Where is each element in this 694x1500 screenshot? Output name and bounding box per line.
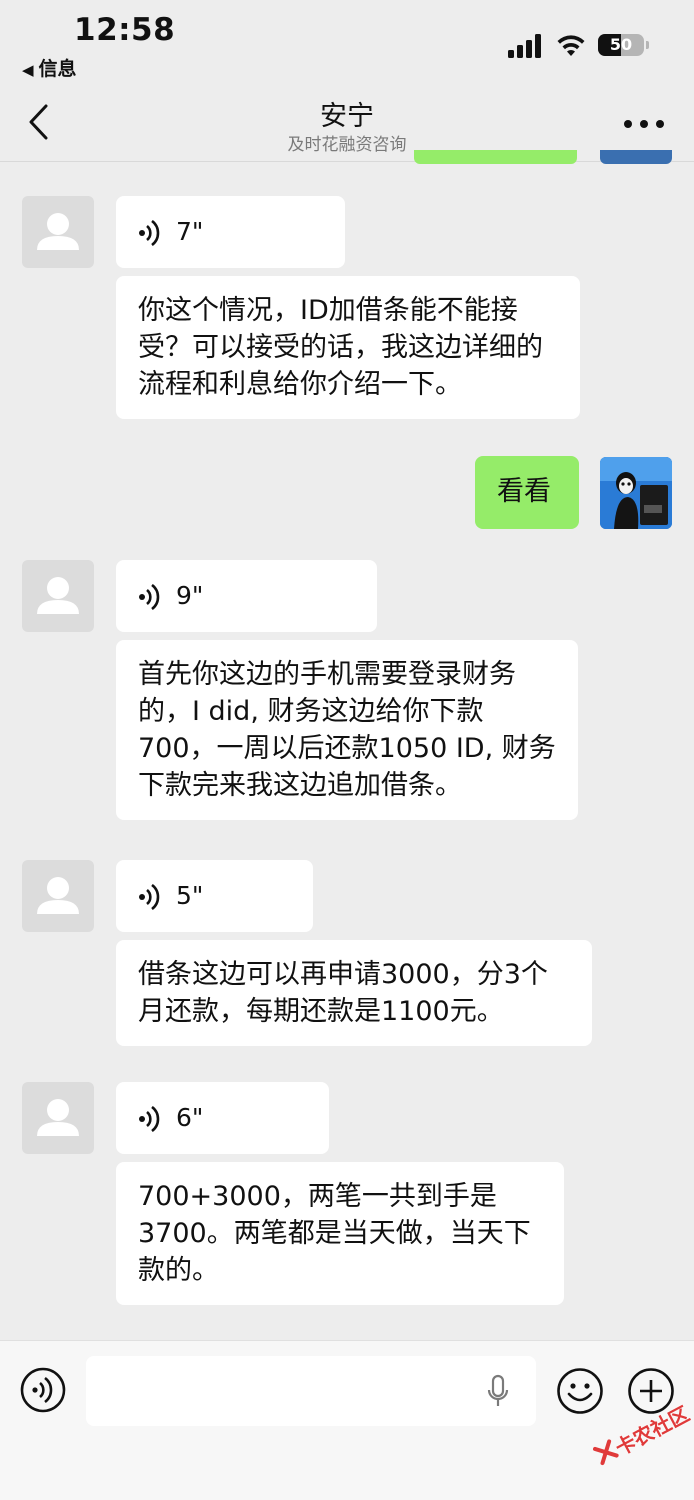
clock: 12:58 [74, 12, 176, 48]
message-input[interactable] [86, 1356, 536, 1426]
previous-message-bubble [414, 150, 577, 164]
voice-message[interactable]: 6" [116, 1082, 329, 1154]
voice-wave-icon [139, 220, 160, 246]
status-bar: 12:58 ◀ 信息 50 [0, 0, 694, 88]
cellular-signal-icon [508, 34, 544, 58]
chat-subtitle: 及时花融资咨询 [287, 135, 407, 155]
user-avatar-image [600, 457, 672, 529]
battery-cap [646, 41, 649, 49]
previous-avatar [600, 150, 672, 164]
my-message-bubble[interactable]: 看看 [475, 456, 579, 529]
wifi-icon [557, 35, 585, 56]
default-avatar-icon [37, 213, 79, 250]
voice-input-toggle-icon[interactable] [20, 1367, 66, 1413]
message-bubble[interactable]: 700+3000，两笔一共到手是3700。两笔都是当天做，当天下款的。 [116, 1162, 564, 1305]
back-triangle-icon: ◀ [22, 61, 34, 79]
contact-avatar[interactable] [22, 860, 94, 932]
default-avatar-icon [37, 1099, 79, 1136]
battery-level: 50 [609, 35, 633, 54]
emoji-icon[interactable] [556, 1367, 604, 1415]
back-to-app-link[interactable]: ◀ 信息 [22, 54, 77, 81]
voice-message[interactable]: 7" [116, 196, 345, 268]
my-avatar[interactable] [600, 457, 672, 529]
message-bubble[interactable]: 你这个情况，ID加借条能不能接受？可以接受的话，我这边详细的流程和利息给你介绍一… [116, 276, 580, 419]
voice-message[interactable]: 9" [116, 560, 377, 632]
chat-title: 安宁 [320, 101, 374, 132]
voice-wave-icon [139, 584, 160, 610]
voice-duration: 6" [176, 1103, 204, 1132]
contact-avatar[interactable] [22, 196, 94, 268]
message-bubble[interactable]: 借条这边可以再申请3000，分3个月还款，每期还款是1100元。 [116, 940, 592, 1046]
input-bar [0, 1340, 694, 1500]
contact-avatar[interactable] [22, 560, 94, 632]
contact-avatar[interactable] [22, 1082, 94, 1154]
voice-wave-icon [139, 1106, 160, 1132]
more-options-icon[interactable] [624, 118, 664, 130]
message-bubble[interactable]: 首先你这边的手机需要登录财务的，I did, 财务这边给你下款700，一周以后还… [116, 640, 578, 820]
default-avatar-icon [37, 877, 79, 914]
voice-wave-icon [139, 884, 160, 910]
voice-duration: 5" [176, 881, 204, 910]
battery-icon: 50 [598, 34, 644, 56]
chat-header: 安宁 及时花融资咨询 [0, 88, 694, 162]
default-avatar-icon [37, 577, 79, 614]
microphone-icon[interactable] [486, 1374, 510, 1410]
voice-message[interactable]: 5" [116, 860, 313, 932]
voice-duration: 9" [176, 581, 204, 610]
back-app-label: 信息 [38, 58, 77, 80]
voice-duration: 7" [176, 217, 204, 246]
